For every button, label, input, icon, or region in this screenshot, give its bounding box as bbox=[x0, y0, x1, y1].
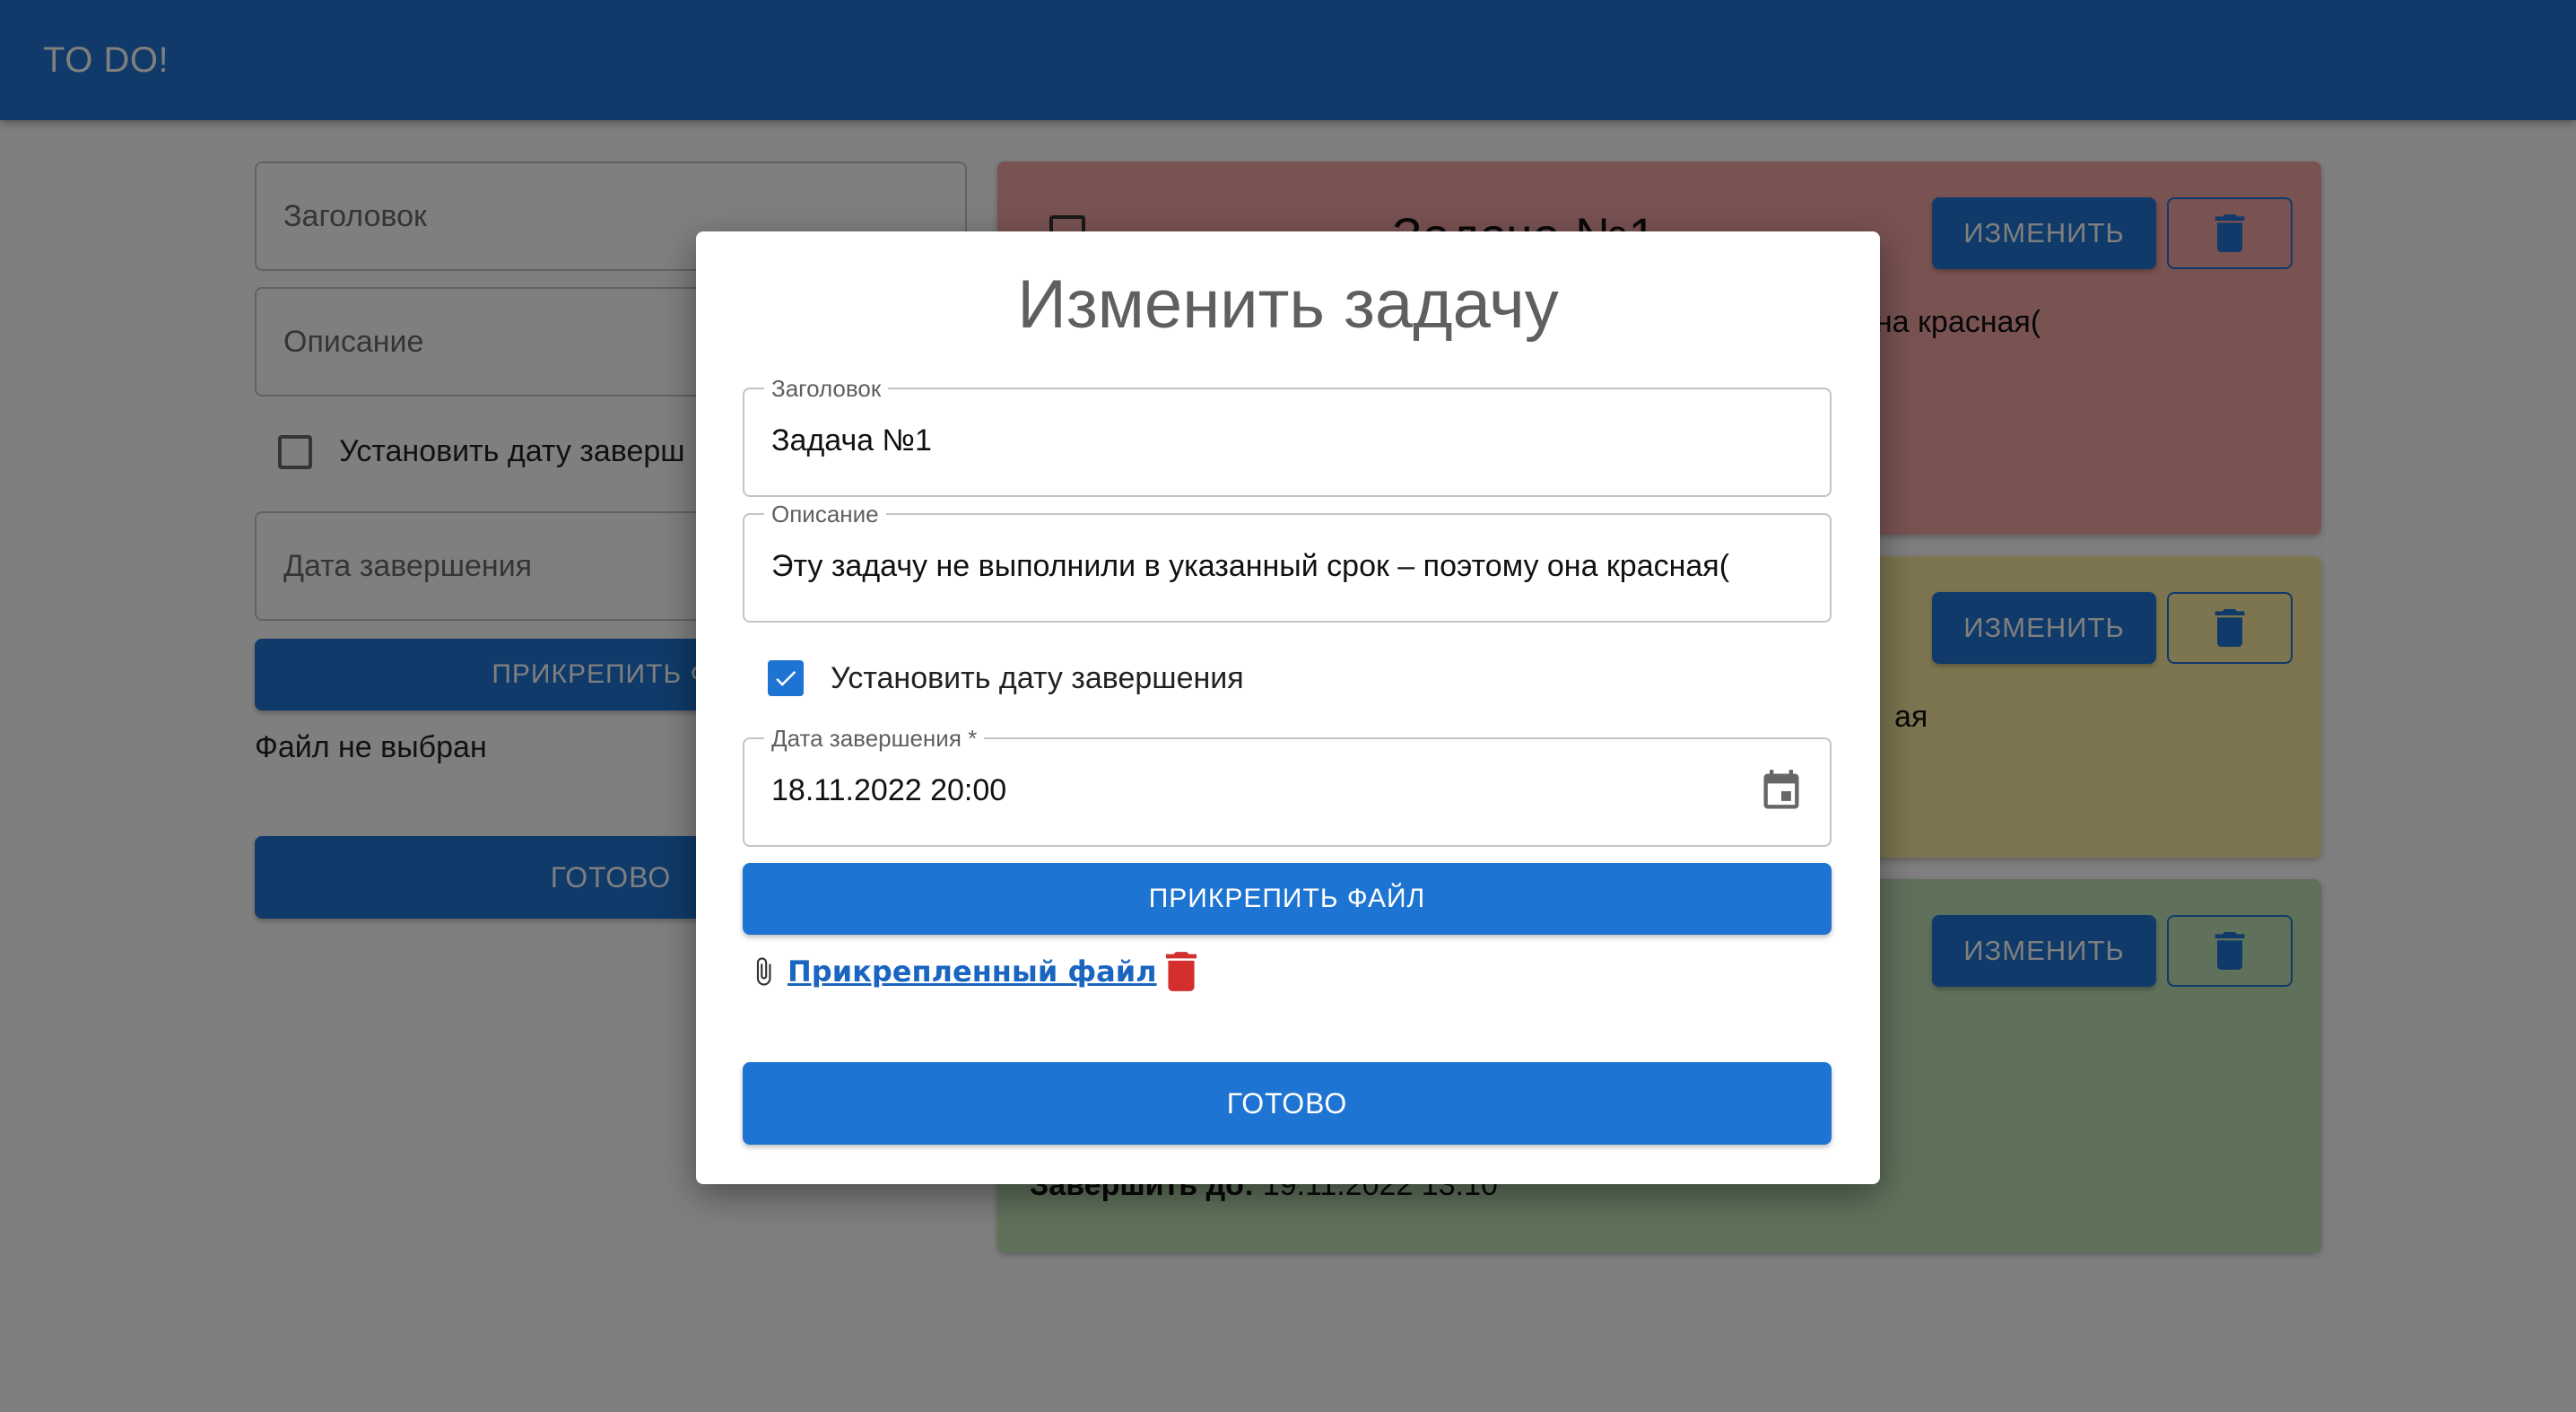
modal-title-input[interactable]: Заголовок Задача №1 bbox=[743, 375, 1832, 497]
attached-file-row: Прикрепленный файл bbox=[748, 949, 1197, 994]
dialog-title: Изменить задачу bbox=[1017, 266, 1559, 343]
modal-set-deadline-row[interactable]: Установить дату завершения bbox=[768, 660, 1244, 696]
modal-set-deadline-label: Установить дату завершения bbox=[831, 660, 1244, 695]
modal-set-deadline-checkbox[interactable] bbox=[768, 660, 804, 696]
edit-task-dialog: Изменить задачу Заголовок Задача №1 Опис… bbox=[696, 231, 1880, 1184]
trash-icon[interactable] bbox=[1165, 952, 1197, 991]
modal-deadline-input[interactable]: Дата завершения * 18.11.2022 20:00 bbox=[743, 725, 1832, 847]
modal-deadline-label: Дата завершения * bbox=[764, 725, 985, 752]
modal-description-input[interactable]: Описание Эту задачу не выполнили в указа… bbox=[743, 501, 1832, 623]
calendar-icon[interactable] bbox=[1758, 768, 1805, 815]
modal-deadline-value: 18.11.2022 20:00 bbox=[771, 773, 1007, 807]
modal-title-value: Задача №1 bbox=[771, 423, 932, 458]
modal-done-button[interactable]: ГОТОВО bbox=[743, 1062, 1832, 1145]
modal-description-value: Эту задачу не выполнили в указанный срок… bbox=[771, 549, 1730, 583]
attached-file-link[interactable]: Прикрепленный файл bbox=[788, 954, 1157, 989]
paperclip-icon bbox=[756, 957, 771, 986]
modal-description-label: Описание bbox=[764, 501, 886, 527]
modal-attach-file-button[interactable]: ПРИКРЕПИТЬ ФАЙЛ bbox=[743, 863, 1832, 935]
checkmark-icon bbox=[776, 671, 796, 686]
app-root: TO DO! Заголовок Описание Установить дат… bbox=[0, 0, 2576, 1412]
modal-title-label: Заголовок bbox=[764, 375, 889, 402]
